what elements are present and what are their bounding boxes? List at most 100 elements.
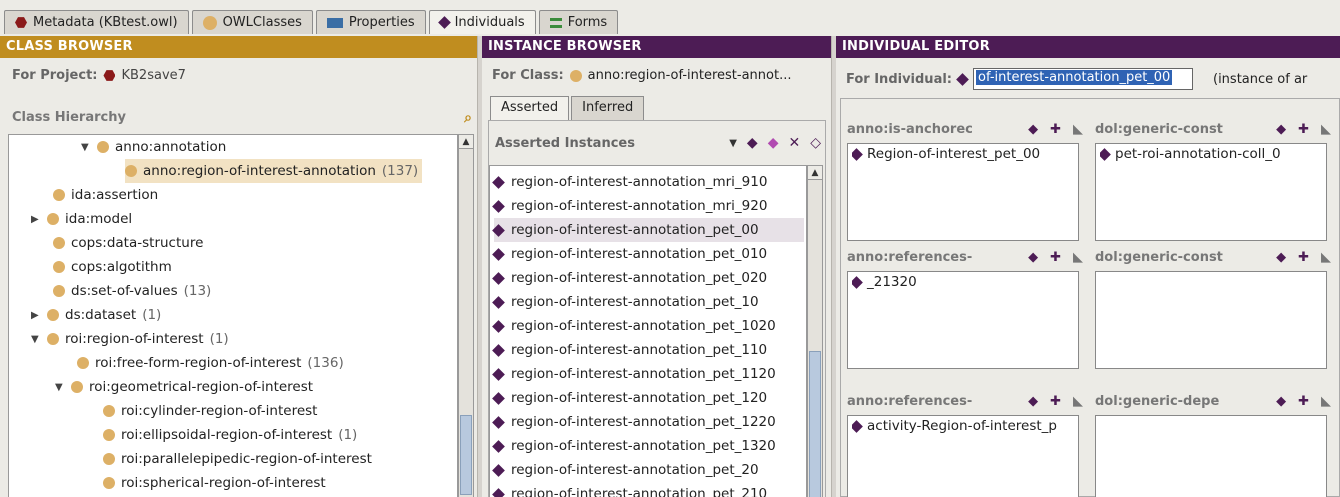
expand-toggle[interactable]: ▶ [31,310,41,321]
tree-item[interactable]: cops:data-structure [53,231,203,255]
list-item-selected[interactable]: region-of-interest-annotation_pet_00 [492,218,804,242]
delete-instance-icon[interactable]: ✕ [788,135,800,151]
individual-icon [492,391,505,405]
create-value-icon[interactable]: ✚ [1050,394,1061,409]
slot-value-list[interactable]: activity-Region-of-interest_p [847,415,1079,497]
list-item[interactable]: region-of-interest-annotation_pet_110 [492,338,767,362]
search-icon[interactable]: ⌕ [464,110,472,126]
create-value-icon[interactable]: ✚ [1298,394,1309,409]
remove-value-icon[interactable]: ◣ [1321,394,1331,409]
list-item[interactable]: pet-roi-annotation-coll_0 [1100,146,1322,162]
instance-toolbar: ▼ ◆ ◆ ✕ ◇ [729,135,821,151]
remove-value-icon[interactable]: ◣ [1321,250,1331,265]
tree-item-selected[interactable]: anno:region-of-interest-annotation (137) [125,159,423,183]
tab-metadata[interactable]: Metadata (KBtest.owl) [4,10,189,34]
tree-item[interactable]: roi:ellipsoidal-region-of-interest (1) [103,423,357,447]
add-value-icon[interactable]: ◆ [1276,122,1286,137]
slot-generic-depe: dol:generic-depe ◆ ✚ ◣ [1095,389,1331,497]
tab-asserted[interactable]: Asserted [490,96,570,120]
expand-toggle[interactable]: ▼ [55,382,65,393]
list-item[interactable]: region-of-interest-annotation_mri_920 [492,194,767,218]
scroll-thumb[interactable] [460,415,472,495]
expand-toggle[interactable]: ▼ [31,334,41,345]
tree-item[interactable]: cops:algotithm [53,255,172,279]
tree-item[interactable]: ▼ roi:geometrical-region-of-interest [55,375,313,399]
individual-name-field[interactable]: of-interest-annotation_pet_00 [973,68,1193,90]
class-icon [71,381,83,393]
list-item[interactable]: region-of-interest-annotation_pet_1220 [492,410,776,434]
tree-item[interactable]: ds:set-of-values (13) [53,279,211,303]
create-value-icon[interactable]: ✚ [1298,122,1309,137]
create-value-icon[interactable]: ✚ [1050,122,1061,137]
instance-list-scrollbar[interactable]: ▲ [807,165,823,497]
instance-browser-title: INSTANCE BROWSER [482,36,831,58]
remove-value-icon[interactable]: ◣ [1073,394,1083,409]
create-value-icon[interactable]: ✚ [1050,250,1061,265]
remove-value-icon[interactable]: ◣ [1073,122,1083,137]
expand-toggle[interactable]: ▼ [81,142,91,153]
tab-owlclasses[interactable]: OWLClasses [191,10,313,34]
list-item[interactable]: region-of-interest-annotation_pet_1120 [492,362,776,386]
individual-icon [492,247,505,261]
tab-individuals[interactable]: Individuals [428,10,536,34]
class-icon [47,213,59,225]
slot-references-2: anno:references- ◆ ✚ ◣ activity-Region-of-… [847,389,1083,497]
tree-item[interactable]: ▶ ida:model [31,207,132,231]
tab-inferred[interactable]: Inferred [571,96,645,120]
class-tree[interactable]: ▼ anno:annotation anno:region-of-interest… [8,134,458,497]
list-item[interactable]: region-of-interest-annotation_pet_1020 [492,314,776,338]
tree-item[interactable]: ▼ anno:annotation [81,135,226,159]
expand-toggle[interactable]: ▶ [31,214,41,225]
instance-menu-icon[interactable]: ◇ [810,135,821,151]
slot-value-list[interactable] [1095,415,1327,497]
instance-list[interactable]: region-of-interest-annotation_mri_910 re… [489,165,807,497]
list-item[interactable]: region-of-interest-annotation_pet_020 [492,266,767,290]
add-value-icon[interactable]: ◆ [1276,250,1286,265]
create-instance-alt-icon[interactable]: ◆ [768,135,779,151]
list-item[interactable]: _21320 [852,274,1074,290]
slot-value-list[interactable] [1095,271,1327,369]
create-value-icon[interactable]: ✚ [1298,250,1309,265]
scroll-up-icon[interactable]: ▲ [808,166,822,180]
tree-item[interactable]: roi:parallelepipedic-region-of-interest [103,447,372,471]
class-icon [125,165,137,177]
tree-item[interactable]: roi:free-form-region-of-interest (136) [77,351,344,375]
tree-item[interactable]: ida:assertion [53,183,158,207]
list-item[interactable]: region-of-interest-annotation_pet_010 [492,242,767,266]
add-value-icon[interactable]: ◆ [1028,250,1038,265]
tree-item[interactable]: ▶ ds:dataset (1) [31,303,161,327]
add-value-icon[interactable]: ◆ [1028,394,1038,409]
slot-value-list[interactable]: _21320 [847,271,1079,369]
dropdown-arrow-icon[interactable]: ▼ [729,138,737,149]
class-icon [202,15,217,30]
remove-value-icon[interactable]: ◣ [1073,250,1083,265]
list-item[interactable]: Region-of-interest_pet_00 [852,146,1074,162]
slot-value-list[interactable]: pet-roi-annotation-coll_0 [1095,143,1327,241]
tab-properties[interactable]: Properties [315,10,426,34]
list-item[interactable]: region-of-interest-annotation_pet_20 [492,458,759,482]
tree-item[interactable]: ▼ roi:region-of-interest (1) [31,327,229,351]
remove-value-icon[interactable]: ◣ [1321,122,1331,137]
list-item[interactable]: activity-Region-of-interest_p [852,418,1074,434]
slot-value-list[interactable]: Region-of-interest_pet_00 [847,143,1079,241]
slot-toolbar: ◆ ✚ ◣ [1276,250,1331,265]
list-item[interactable]: region-of-interest-annotation_mri_910 [492,170,767,194]
tab-forms[interactable]: Forms [538,10,619,34]
tree-item[interactable]: roi:cylinder-region-of-interest [103,399,317,423]
add-value-icon[interactable]: ◆ [1276,394,1286,409]
class-icon [47,309,59,321]
for-class-row: For Class: anno:region-of-interest-annot… [492,68,792,83]
list-item[interactable]: region-of-interest-annotation_pet_210 [492,482,767,497]
class-tree-scrollbar[interactable]: ▲ [458,134,474,497]
tree-item[interactable]: roi:spherical-region-of-interest [103,471,326,495]
individual-icon [956,72,969,86]
create-instance-icon[interactable]: ◆ [747,135,758,151]
scroll-up-icon[interactable]: ▲ [459,135,473,149]
scroll-thumb[interactable] [809,351,821,497]
list-item[interactable]: region-of-interest-annotation_pet_10 [492,290,759,314]
add-value-icon[interactable]: ◆ [1028,122,1038,137]
list-item[interactable]: region-of-interest-annotation_pet_1320 [492,434,776,458]
individual-icon [492,199,505,213]
list-item[interactable]: region-of-interest-annotation_pet_120 [492,386,767,410]
main-tab-bar: Metadata (KBtest.owl) OWLClasses Propert… [0,0,1340,36]
